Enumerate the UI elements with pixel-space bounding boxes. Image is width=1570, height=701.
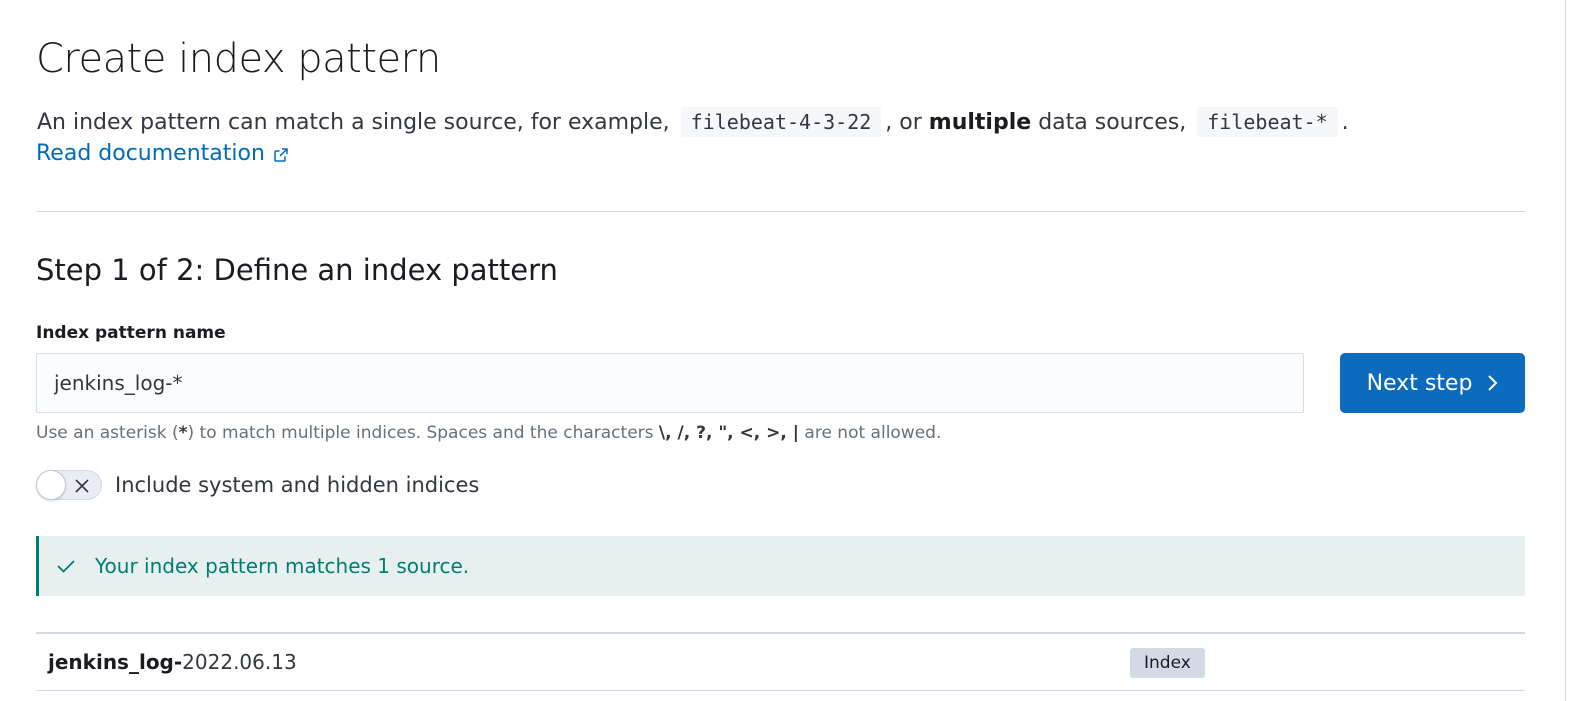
include-hidden-switch[interactable]	[36, 470, 102, 500]
read-documentation-label: Read documentation	[36, 141, 265, 166]
cross-icon	[75, 479, 89, 493]
scrollbar-edge	[1565, 0, 1566, 701]
next-step-button[interactable]: Next step	[1340, 353, 1525, 413]
switch-knob	[36, 470, 66, 500]
page: Create index pattern An index pattern ca…	[0, 0, 1570, 701]
page-description: An index pattern can match a single sour…	[37, 104, 1349, 141]
match-callout-text: Your index pattern matches 1 source.	[95, 554, 470, 578]
index-pattern-name-input[interactable]	[36, 353, 1304, 413]
step-title: Step 1 of 2: Define an index pattern	[36, 253, 558, 287]
example-multiple-code: filebeat-*	[1197, 107, 1338, 137]
chevron-right-icon	[1488, 375, 1498, 391]
description-end: .	[1341, 110, 1349, 135]
section-divider	[36, 211, 1525, 212]
description-bold: multiple	[928, 110, 1032, 135]
type-badge: Index	[1130, 648, 1205, 678]
check-icon	[57, 560, 75, 573]
match-callout: Your index pattern matches 1 source.	[36, 536, 1525, 596]
include-hidden-toggle-row: Include system and hidden indices	[36, 470, 479, 500]
read-documentation-link[interactable]: Read documentation	[36, 141, 289, 166]
description-text-3: data sources,	[1038, 110, 1187, 135]
description-text-1: An index pattern can match a single sour…	[37, 110, 670, 135]
disallowed-characters: \, /, ?, ", <, >, |	[658, 423, 799, 443]
description-text-2: , or	[885, 110, 922, 135]
index-pattern-name-label: Index pattern name	[36, 323, 226, 343]
example-single-code: filebeat-4-3-22	[680, 107, 882, 137]
table-row: jenkins_log-2022.06.13 Index	[36, 634, 1525, 691]
external-link-icon	[274, 147, 288, 162]
input-help-text: Use an asterisk (*) to match multiple in…	[36, 423, 942, 443]
page-title: Create index pattern	[36, 36, 441, 82]
next-step-label: Next step	[1366, 370, 1473, 396]
include-hidden-label: Include system and hidden indices	[115, 473, 480, 497]
index-name: jenkins_log-2022.06.13	[48, 650, 297, 674]
